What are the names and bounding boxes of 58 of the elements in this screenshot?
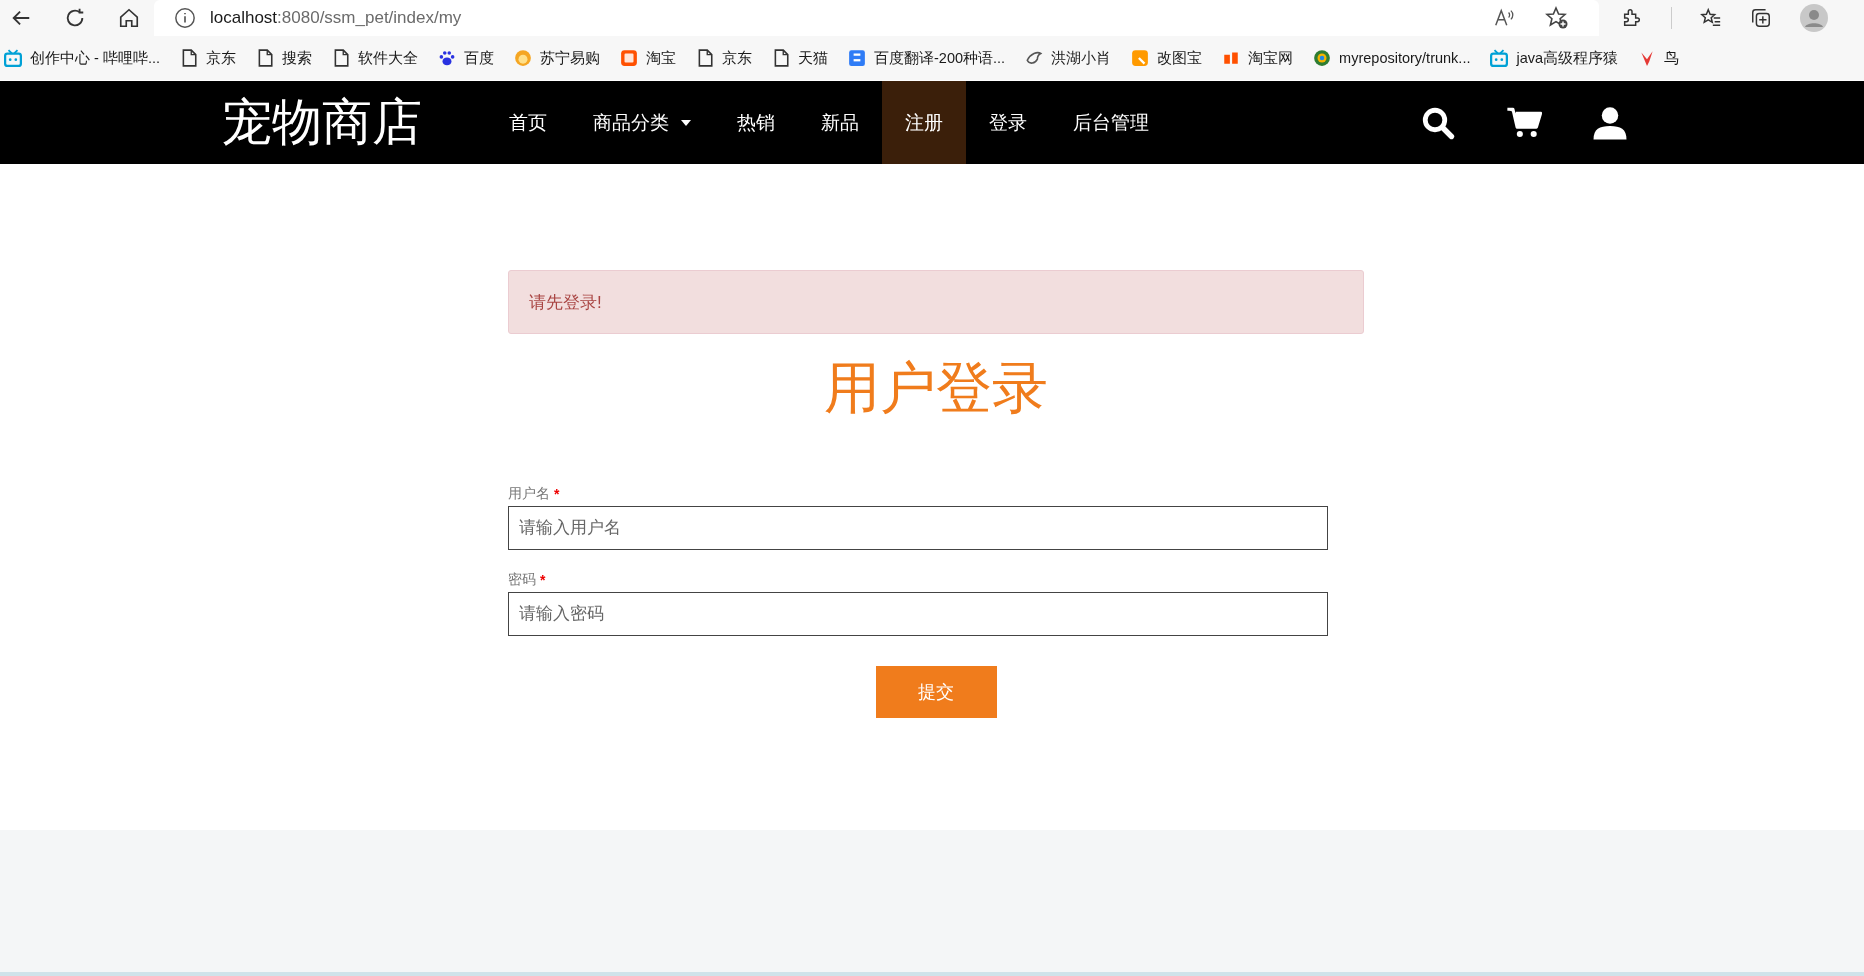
nav-link[interactable]: 后台管理 (1050, 81, 1172, 164)
required-mark: * (554, 486, 560, 502)
page-icon (180, 49, 198, 67)
bookmark-link[interactable]: 淘宝网 (1222, 48, 1294, 68)
bookmark-link[interactable]: 搜索 (256, 48, 312, 68)
info-icon[interactable] (174, 7, 196, 29)
square-logo-icon (848, 49, 866, 67)
bookmark-link[interactable]: java高级程序猿 (1490, 48, 1619, 68)
bookmark-link[interactable]: myrepository/trunk... (1313, 49, 1471, 67)
bookmark-link[interactable]: 百度翻译-200种语... (848, 48, 1006, 68)
nav-link[interactable]: 登录 (966, 81, 1050, 164)
bookmark-link[interactable]: 改图宝 (1131, 48, 1203, 68)
input-field[interactable]: 请输入密码 (508, 592, 1328, 636)
bookmark-link[interactable]: 软件大全 (332, 48, 418, 68)
caret-icon (681, 119, 691, 126)
bookmark-link[interactable]: 鸟 (1638, 48, 1680, 68)
bookmark-link[interactable]: 苏宁易购 (514, 48, 600, 68)
cart-icon[interactable] (1506, 105, 1542, 140)
page-icon (256, 49, 274, 67)
field-label: 用户名 (508, 485, 550, 503)
paw-icon (438, 49, 456, 67)
tv-icon (1490, 49, 1509, 67)
bookmark-link[interactable]: 天猫 (772, 48, 828, 68)
bookmark-link[interactable]: 洪湖小肖 (1025, 48, 1112, 68)
bars-logo-icon (1222, 49, 1241, 67)
puzzle-icon[interactable] (1621, 7, 1643, 29)
nav-link[interactable]: 新品 (798, 81, 882, 164)
site-logo[interactable]: 宠物商店 (222, 89, 422, 156)
address-bar[interactable]: localhost:8080/ssm_pet/index/my (154, 0, 1599, 36)
bookmark-link[interactable]: 淘宝 (620, 48, 676, 68)
required-mark: * (540, 572, 546, 588)
nav-link[interactable]: 注册 (882, 81, 966, 164)
page-icon (332, 49, 350, 67)
square-logo-icon (1131, 49, 1150, 67)
tv-icon (4, 49, 22, 67)
circle-logo-icon (1313, 49, 1332, 67)
collections-icon[interactable] (1750, 7, 1772, 29)
input-field[interactable]: 请输入用户名 (508, 506, 1328, 550)
bookmark-link[interactable]: 创作中心 - 哔哩哔... (4, 48, 160, 68)
favorites-icon[interactable] (1700, 7, 1722, 29)
home-icon[interactable] (118, 7, 140, 29)
field-label: 密码 (508, 571, 536, 589)
alert-message: 请先登录! (508, 270, 1364, 334)
bookmark-link[interactable]: 百度 (438, 48, 494, 68)
refresh-icon[interactable] (64, 7, 86, 29)
url-text: localhost:8080/ssm_pet/index/my (210, 8, 462, 28)
bookmark-link[interactable]: 京东 (696, 48, 752, 68)
star-plus-icon[interactable] (1545, 6, 1569, 30)
page-title: 用户登录 (823, 355, 1049, 421)
user-icon[interactable] (1592, 104, 1628, 141)
profile-avatar-icon[interactable] (1800, 4, 1828, 32)
page-icon (772, 49, 790, 67)
nav-link[interactable]: 首页 (486, 81, 570, 164)
square-logo-icon (620, 49, 638, 67)
nav-dropdown[interactable]: 商品分类 (570, 81, 714, 164)
nav-link[interactable]: 热销 (714, 81, 798, 164)
page-icon (696, 49, 714, 67)
bookmark-link[interactable]: 京东 (180, 48, 236, 68)
